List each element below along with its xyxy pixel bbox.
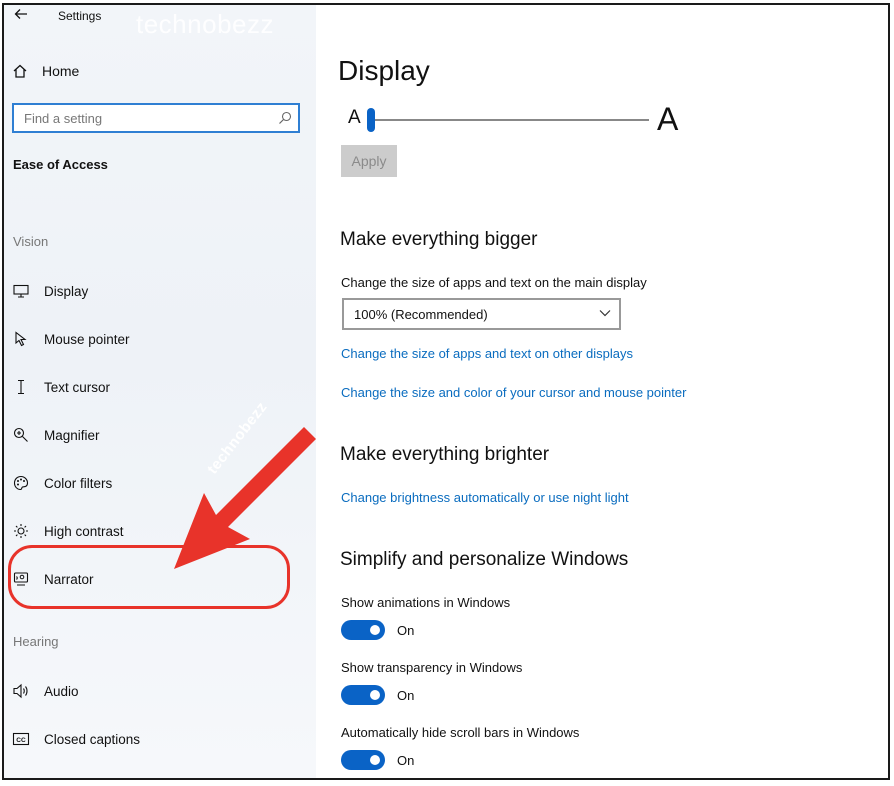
toggle-row-animations: On (341, 620, 414, 640)
sidebar-item-audio[interactable]: Audio (12, 681, 79, 701)
text-size-slider-track[interactable] (372, 119, 649, 121)
svg-text:CC: CC (16, 737, 26, 744)
toggle-row-scrollbars: On (341, 750, 414, 770)
settings-window: Settings technobezz Home Ease of Access … (2, 3, 890, 780)
text-size-slider-thumb[interactable] (367, 108, 375, 132)
link-brightness-night-light[interactable]: Change brightness automatically or use n… (341, 490, 629, 505)
mouse-pointer-icon (12, 330, 30, 348)
link-cursor-pointer[interactable]: Change the size and color of your cursor… (341, 385, 686, 400)
scale-label: Change the size of apps and text on the … (341, 275, 647, 290)
toggle-row-transparency: On (341, 685, 414, 705)
main-content: Display A A Apply Make everything bigger… (316, 5, 888, 778)
group-label-hearing: Hearing (13, 634, 59, 649)
sidebar-item-display[interactable]: Display (12, 281, 88, 301)
sidebar-item-label: Mouse pointer (44, 331, 130, 347)
heading-make-brighter: Make everything brighter (340, 444, 550, 465)
text-size-large-label: A (657, 101, 679, 137)
toggle-state: On (397, 752, 415, 768)
heading-simplify: Simplify and personalize Windows (340, 549, 629, 570)
sidebar-item-label: Magnifier (44, 427, 100, 443)
title-bar: Settings technobezz (4, 5, 316, 39)
sidebar-item-text-cursor[interactable]: Text cursor (12, 377, 110, 397)
monitor-icon (12, 282, 30, 300)
animations-toggle[interactable] (341, 620, 385, 640)
link-other-displays[interactable]: Change the size of apps and text on othe… (341, 346, 633, 361)
sidebar-item-mouse-pointer[interactable]: Mouse pointer (12, 329, 130, 349)
sidebar-item-label: Text cursor (44, 379, 111, 395)
sidebar-item-closed-captions[interactable]: CC Closed captions (12, 729, 140, 749)
sidebar: Settings technobezz Home Ease of Access … (4, 5, 316, 778)
search-icon[interactable] (278, 111, 292, 125)
text-cursor-icon (12, 378, 30, 396)
scale-dropdown[interactable]: 100% (Recommended) (342, 298, 621, 330)
sidebar-item-label: High contrast (44, 523, 124, 539)
sidebar-item-label: Closed captions (44, 731, 141, 747)
scale-dropdown-value: 100% (Recommended) (354, 306, 488, 322)
toggle-label-scrollbars: Automatically hide scroll bars in Window… (341, 725, 580, 740)
toggle-state: On (397, 622, 415, 638)
search-input[interactable] (14, 105, 264, 131)
home-nav-item[interactable]: Home (12, 63, 79, 79)
sidebar-item-high-contrast[interactable]: High contrast (12, 521, 124, 541)
apply-button[interactable]: Apply (341, 145, 397, 177)
home-label: Home (42, 63, 80, 79)
sidebar-item-color-filters[interactable]: Color filters (12, 473, 112, 493)
sidebar-item-label: Audio (44, 683, 79, 699)
chevron-down-icon (599, 310, 611, 317)
app-title: Settings (58, 9, 102, 23)
text-size-small-label: A (348, 107, 361, 128)
speaker-icon (12, 682, 30, 700)
scrollbars-toggle[interactable] (341, 750, 385, 770)
page-title: Display (338, 55, 430, 86)
toggle-label-animations: Show animations in Windows (341, 595, 511, 610)
captions-icon: CC (12, 730, 30, 748)
watermark: technobezz (136, 9, 274, 39)
sidebar-item-label: Display (44, 283, 89, 299)
toggle-label-transparency: Show transparency in Windows (341, 660, 523, 675)
section-heading: Ease of Access (13, 157, 108, 172)
home-icon (13, 64, 27, 78)
transparency-toggle[interactable] (341, 685, 385, 705)
search-box[interactable] (12, 103, 300, 133)
magnifier-icon (12, 426, 30, 444)
sidebar-item-label: Color filters (44, 475, 113, 491)
color-palette-icon (12, 474, 30, 492)
back-arrow-icon[interactable] (14, 7, 28, 21)
sun-icon (12, 522, 30, 540)
toggle-state: On (397, 687, 415, 703)
heading-make-bigger: Make everything bigger (340, 229, 538, 250)
sidebar-item-magnifier[interactable]: Magnifier (12, 425, 100, 445)
group-label-vision: Vision (13, 234, 49, 249)
